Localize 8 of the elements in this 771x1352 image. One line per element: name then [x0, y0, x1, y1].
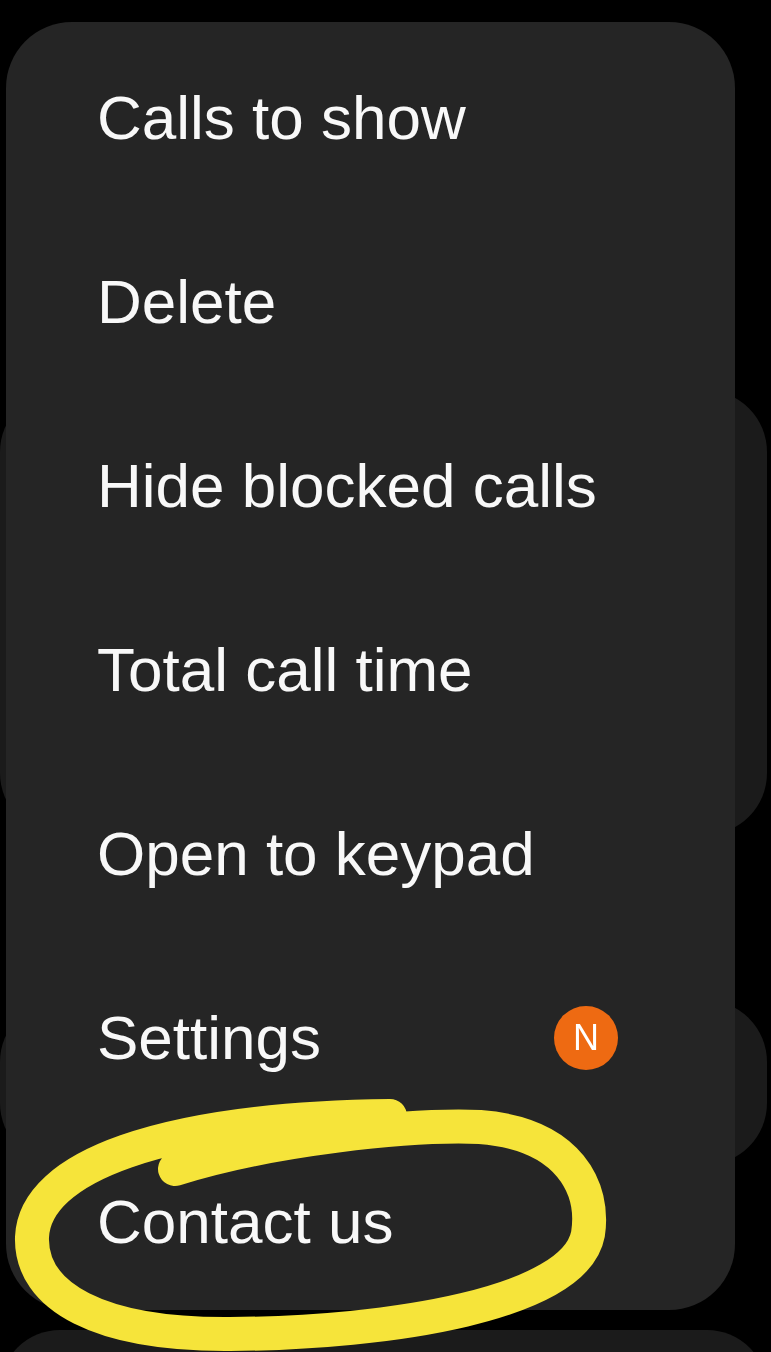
menu-item[interactable]: Hide blocked calls [97, 451, 597, 521]
menu-item[interactable]: Contact us [97, 1187, 394, 1257]
menu-item[interactable]: Delete [97, 267, 277, 337]
menu-item[interactable]: Total call time [97, 635, 473, 705]
menu-item[interactable]: Calls to show [97, 83, 466, 153]
menu-item[interactable]: Settings [97, 1003, 322, 1073]
menu-item[interactable]: Open to keypad [97, 819, 535, 889]
notification-badge: N [554, 1006, 618, 1070]
